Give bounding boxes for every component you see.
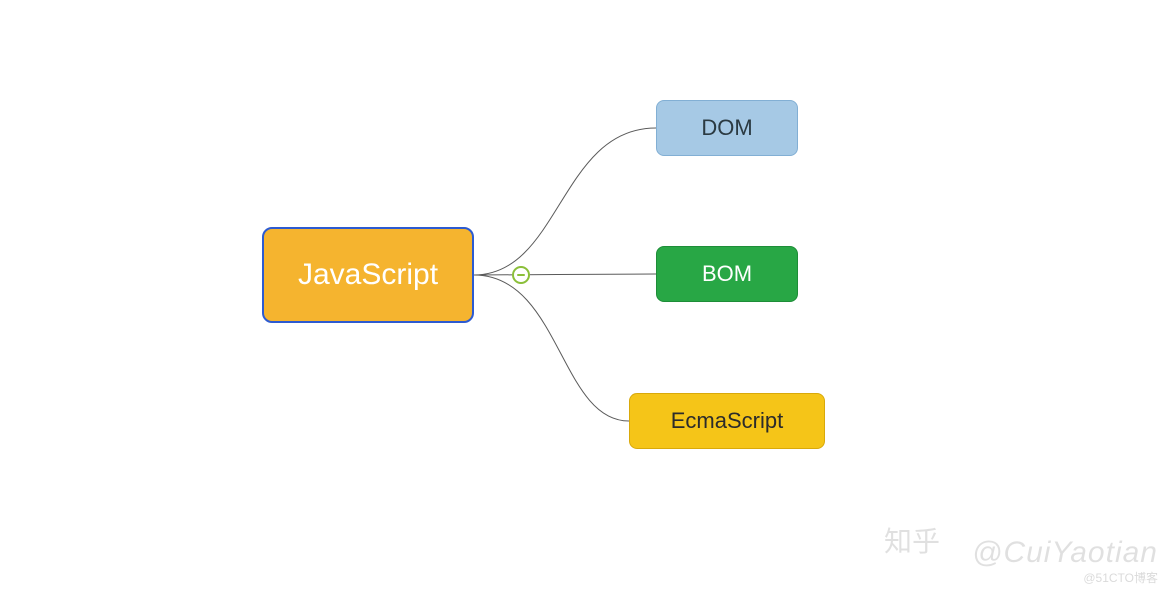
child-node-label: BOM [702, 261, 752, 287]
root-node-label: JavaScript [298, 258, 438, 292]
minus-icon [517, 274, 525, 276]
collapse-toggle[interactable] [512, 266, 530, 284]
child-node-label: EcmaScript [671, 408, 783, 434]
connector-line [474, 275, 629, 421]
connector-layer [0, 0, 1176, 592]
connector-line [474, 128, 656, 275]
child-node-dom[interactable]: DOM [656, 100, 798, 156]
watermark-zhihu: 知乎 [884, 520, 940, 560]
diagram-canvas: JavaScript DOM BOM EcmaScript 知乎 @CuiYaoti… [0, 0, 1176, 592]
watermark-source: @51CTO博客 [1083, 569, 1158, 586]
root-node-javascript[interactable]: JavaScript [262, 227, 474, 323]
child-node-ecma[interactable]: EcmaScript [629, 393, 825, 449]
child-node-bom[interactable]: BOM [656, 246, 798, 302]
connector-line [474, 274, 656, 275]
child-node-label: DOM [701, 115, 752, 141]
watermark-author: @CuiYaotian [972, 536, 1158, 570]
